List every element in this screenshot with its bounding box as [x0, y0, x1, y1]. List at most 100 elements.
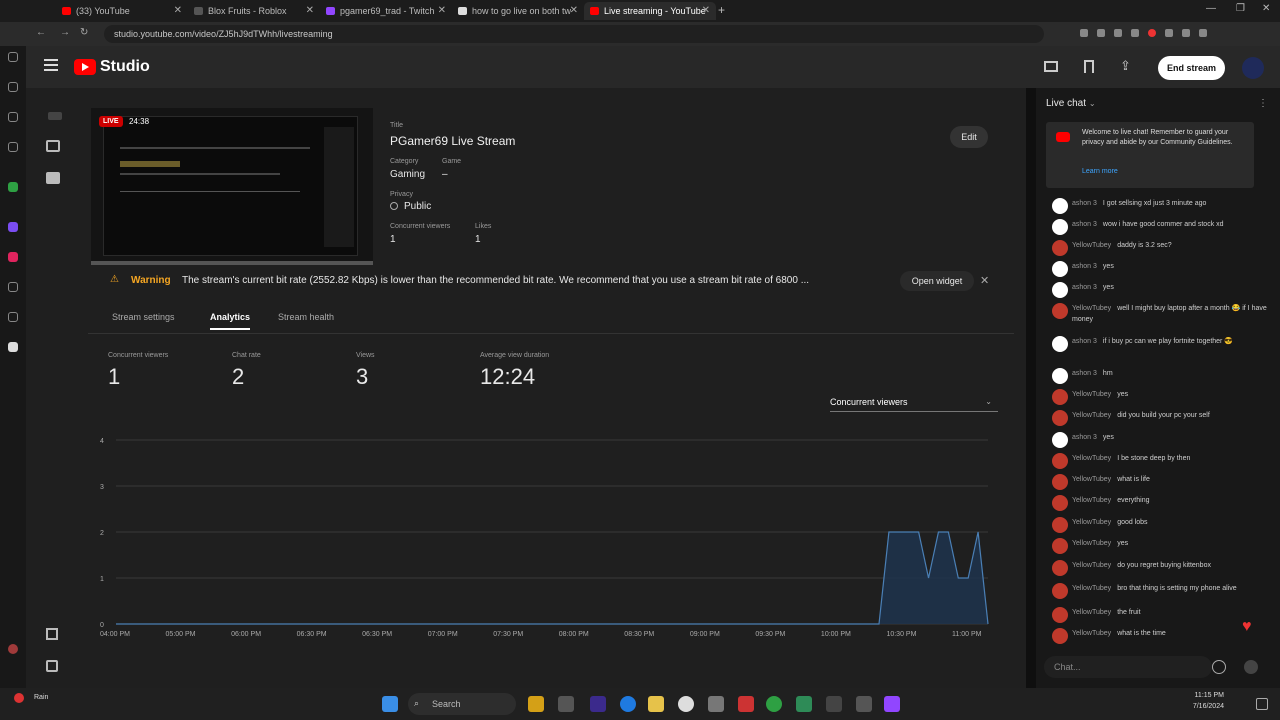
share-icon[interactable]: ⇪: [1120, 58, 1131, 74]
minimize-icon[interactable]: —: [1206, 3, 1216, 14]
avatar[interactable]: [1052, 474, 1068, 490]
browser-tab-active[interactable]: Live streaming - YouTube ✕: [584, 2, 716, 20]
browser-tab[interactable]: pgamer69_trad - Twitch ✕: [320, 2, 452, 20]
avatar[interactable]: [1242, 57, 1264, 79]
extension-icon[interactable]: [1131, 29, 1139, 37]
taskbar-app-icon[interactable]: [738, 696, 754, 712]
file-explorer-icon[interactable]: [648, 696, 664, 712]
chat-author[interactable]: ashon 3: [1072, 221, 1097, 228]
taskbar-search[interactable]: Search: [408, 693, 516, 715]
metric-select[interactable]: Concurrent viewers ⌄: [830, 394, 998, 412]
tab-stream-settings[interactable]: Stream settings: [112, 312, 175, 322]
avatar[interactable]: [1052, 368, 1068, 384]
chat-author[interactable]: YellowTubey: [1072, 305, 1111, 312]
heart-icon[interactable]: ♥: [1242, 618, 1252, 636]
calendar-icon[interactable]: [46, 140, 60, 152]
avatar[interactable]: [1052, 583, 1068, 599]
maximize-icon[interactable]: ❐: [1236, 3, 1245, 14]
taskbar-app-icon[interactable]: [590, 696, 606, 712]
extension-icon[interactable]: [1097, 29, 1105, 37]
avatar[interactable]: [1052, 628, 1068, 644]
forward-icon[interactable]: →: [60, 27, 70, 38]
messenger-icon[interactable]: [8, 52, 18, 62]
avatar[interactable]: [1052, 538, 1068, 554]
extension-icon[interactable]: [1148, 29, 1156, 37]
avatar[interactable]: [1052, 560, 1068, 576]
avatar[interactable]: [1052, 336, 1068, 352]
sidebar-app-icon[interactable]: [8, 112, 18, 122]
taskbar-app-icon[interactable]: [856, 696, 872, 712]
chat-input[interactable]: Chat...: [1044, 656, 1212, 678]
extension-icon[interactable]: [1165, 29, 1173, 37]
reload-icon[interactable]: ↻: [80, 27, 88, 38]
chat-author[interactable]: YellowTubey: [1072, 391, 1111, 398]
avatar[interactable]: [1052, 432, 1068, 448]
chat-author[interactable]: YellowTubey: [1072, 585, 1111, 592]
profile-icon[interactable]: [8, 644, 18, 654]
chat-author[interactable]: YellowTubey: [1072, 562, 1111, 569]
chat-author[interactable]: YellowTubey: [1072, 455, 1111, 462]
menu-icon[interactable]: [1199, 29, 1207, 37]
taskbar-app-icon[interactable]: [708, 696, 724, 712]
dashboard-icon[interactable]: [48, 112, 62, 120]
taskbar-app-icon[interactable]: [558, 696, 574, 712]
chat-author[interactable]: YellowTubey: [1072, 519, 1111, 526]
sidebar-app-icon[interactable]: [8, 312, 18, 322]
back-icon[interactable]: ←: [36, 27, 46, 38]
avatar[interactable]: [1052, 282, 1068, 298]
chat-title[interactable]: Live chat ⌄: [1046, 98, 1096, 109]
hamburger-menu-icon[interactable]: [44, 59, 58, 71]
feedback-icon[interactable]: [46, 660, 58, 672]
chat-author[interactable]: ashon 3: [1072, 434, 1097, 441]
more-options-icon[interactable]: ⋮: [1258, 98, 1268, 109]
close-icon[interactable]: ✕: [306, 5, 314, 16]
close-window-icon[interactable]: ✕: [1262, 3, 1270, 14]
new-tab-icon[interactable]: +: [718, 3, 725, 17]
super-chat-icon[interactable]: [1244, 660, 1258, 674]
browser-tab[interactable]: Blox Fruits - Roblox ✕: [188, 2, 320, 20]
popout-icon[interactable]: [1044, 61, 1058, 72]
learn-more-link[interactable]: Learn more: [1082, 168, 1118, 175]
close-icon[interactable]: ✕: [438, 5, 446, 16]
bookmark-icon[interactable]: [1084, 60, 1094, 73]
download-icon[interactable]: [1182, 29, 1190, 37]
taskbar-app-icon[interactable]: [528, 696, 544, 712]
taskbar-app-icon[interactable]: [796, 696, 812, 712]
sidebar-app-icon[interactable]: [8, 142, 18, 152]
sidebar-app-icon[interactable]: [8, 282, 18, 292]
edit-button[interactable]: Edit: [950, 126, 988, 148]
close-icon[interactable]: ✕: [702, 5, 710, 16]
chat-author[interactable]: ashon 3: [1072, 338, 1097, 345]
instagram-icon[interactable]: [8, 252, 18, 262]
avatar[interactable]: [1052, 303, 1068, 319]
chat-author[interactable]: YellowTubey: [1072, 609, 1111, 616]
browser-tab[interactable]: (33) YouTube ✕: [56, 2, 188, 20]
avatar[interactable]: [1052, 219, 1068, 235]
twitch-icon[interactable]: [8, 342, 18, 352]
open-widget-button[interactable]: Open widget: [900, 271, 974, 291]
avatar[interactable]: [1052, 261, 1068, 277]
extension-icon[interactable]: [1080, 29, 1088, 37]
chat-author[interactable]: YellowTubey: [1072, 497, 1111, 504]
close-icon[interactable]: ✕: [570, 5, 578, 16]
chat-author[interactable]: YellowTubey: [1072, 540, 1111, 547]
chat-author[interactable]: YellowTubey: [1072, 630, 1111, 637]
windows-start-icon[interactable]: [382, 696, 398, 712]
youtube-logo-icon[interactable]: [74, 59, 96, 75]
end-stream-button[interactable]: End stream: [1158, 56, 1225, 80]
avatar[interactable]: [1052, 607, 1068, 623]
chat-author[interactable]: YellowTubey: [1072, 242, 1111, 249]
avatar[interactable]: [1052, 453, 1068, 469]
avatar[interactable]: [1052, 198, 1068, 214]
browser-tab[interactable]: how to go live on both tw ✕: [452, 2, 584, 20]
whatsapp-icon[interactable]: [8, 182, 18, 192]
chat-author[interactable]: ashon 3: [1072, 200, 1097, 207]
url-field[interactable]: studio.youtube.com/video/ZJ5hJ9dTWhh/liv…: [104, 25, 1044, 43]
emoji-icon[interactable]: [1212, 660, 1226, 674]
steam-icon[interactable]: [826, 696, 842, 712]
close-icon[interactable]: ✕: [174, 5, 182, 16]
taskbar-app-icon[interactable]: [678, 696, 694, 712]
avatar[interactable]: [1052, 410, 1068, 426]
whatsapp-icon[interactable]: [766, 696, 782, 712]
close-icon[interactable]: ✕: [980, 274, 989, 287]
